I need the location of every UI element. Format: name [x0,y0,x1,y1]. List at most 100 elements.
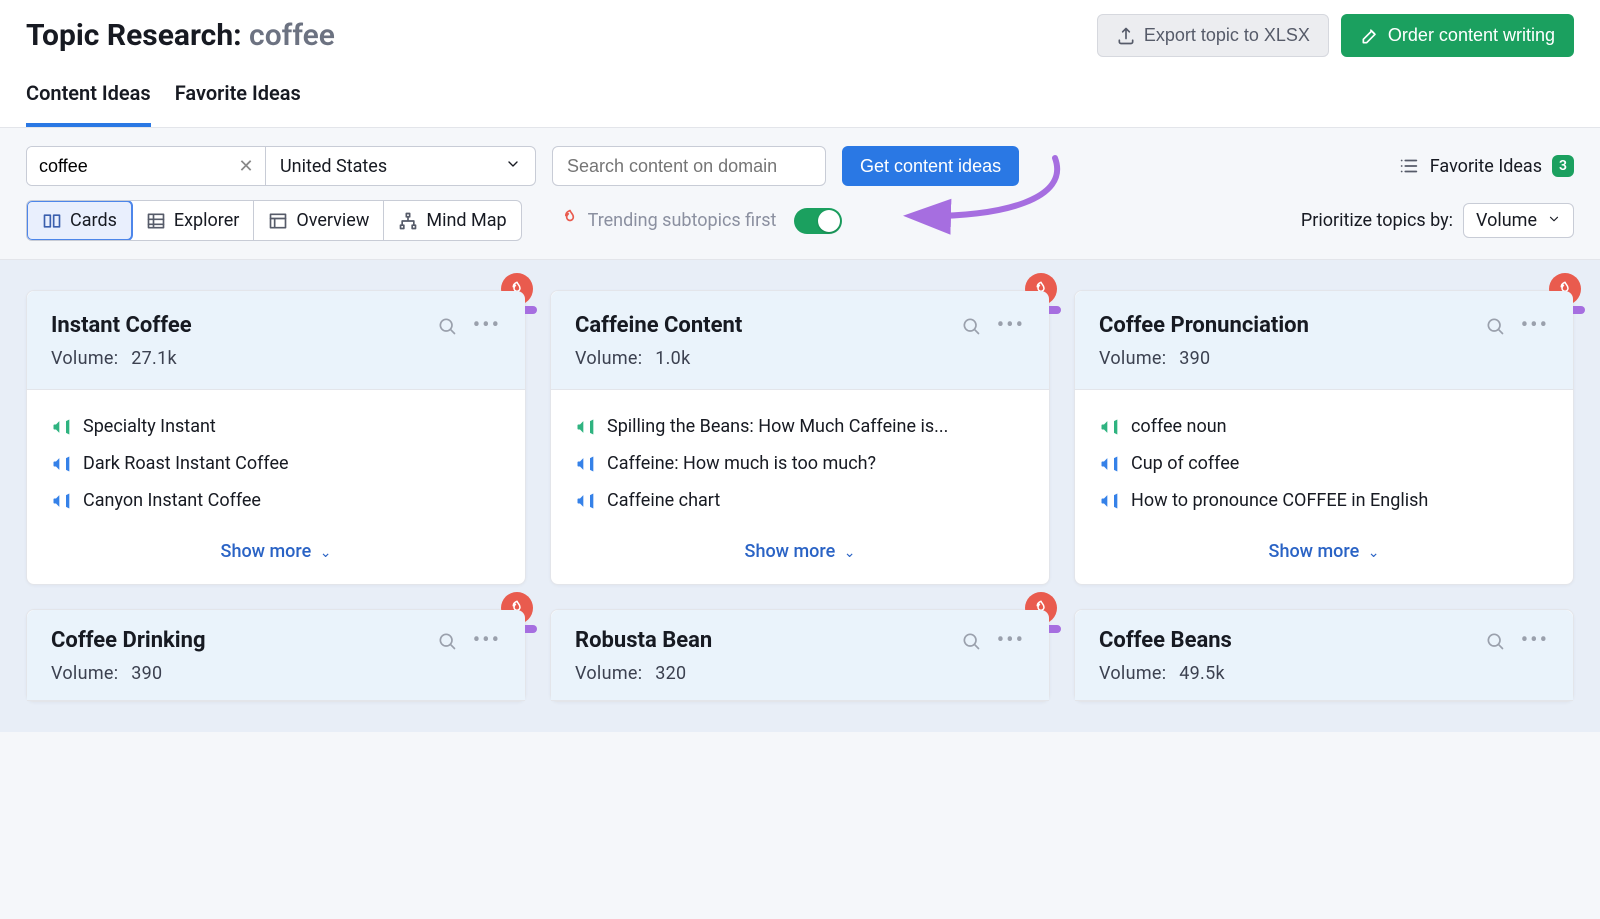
megaphone-icon [51,454,71,474]
idea-text: Canyon Instant Coffee [83,490,261,511]
favorite-ideas-label: Favorite Ideas [1430,156,1542,177]
topic-input[interactable] [27,147,227,185]
page-title-label: Topic Research: [26,18,242,53]
idea-list: Specialty Instant Dark Roast Instant Coff… [27,390,525,525]
megaphone-icon [51,417,71,437]
view-mindmap-label: Mind Map [426,210,506,231]
table-icon [146,211,166,231]
get-content-ideas-button[interactable]: Get content ideas [842,146,1019,186]
card-volume: Volume: 49.5k [1099,663,1549,684]
prioritize-label: Prioritize topics by: [1301,210,1453,231]
idea-text: Spilling the Beans: How Much Caffeine is… [607,416,948,437]
fire-icon [560,208,580,233]
tab-favorite-ideas[interactable]: Favorite Ideas [175,67,301,127]
idea-item[interactable]: How to pronounce COFFEE in English [1099,490,1549,511]
topic-card: Coffee Drinking•••Volume: 390 [26,609,526,702]
chevron-down-icon: ⌄ [320,545,332,561]
card-search-icon[interactable] [437,631,457,651]
order-content-writing-label: Order content writing [1388,25,1555,46]
cards-icon [42,211,62,231]
card-title: Robusta Bean [575,628,712,653]
order-content-writing-button[interactable]: Order content writing [1341,14,1574,57]
topic-card: Caffeine Content•••Volume: 1.0kSpilling … [550,290,1050,585]
card-title: Coffee Beans [1099,628,1232,653]
idea-item[interactable]: Caffeine: How much is too much? [575,453,1025,474]
show-more-link[interactable]: Show more ⌄ [221,541,332,562]
card-search-icon[interactable] [437,316,457,336]
view-explorer[interactable]: Explorer [132,201,255,240]
favorite-ideas-count: 3 [1552,155,1574,177]
card-more-icon[interactable]: ••• [1521,321,1549,331]
idea-item[interactable]: Cup of coffee [1099,453,1549,474]
card-volume: Volume: 390 [1099,348,1549,369]
idea-item[interactable]: Specialty Instant [51,416,501,437]
trending-toggle[interactable] [794,208,842,234]
show-more-link[interactable]: Show more ⌄ [745,541,856,562]
trending-subtopics-label: Trending subtopics first [560,208,777,233]
idea-item[interactable]: Caffeine chart [575,490,1025,511]
list-icon [1398,155,1420,177]
idea-text: Specialty Instant [83,416,216,437]
prioritize-select[interactable]: Volume [1463,203,1574,238]
view-segmented-control: Cards Explorer Overview Mind Map [26,200,522,241]
domain-search-input[interactable] [552,146,826,186]
topic-card: Coffee Pronunciation ••• Volume: 390 coffee… [1074,290,1574,585]
show-more-link[interactable]: Show more ⌄ [1269,541,1380,562]
megaphone-icon [575,454,595,474]
idea-list: Spilling the Beans: How Much Caffeine is… [551,390,1049,525]
idea-item[interactable]: Canyon Instant Coffee [51,490,501,511]
idea-list: coffee noun Cup of coffee How to pronounce… [1075,390,1573,525]
idea-item[interactable]: Dark Roast Instant Coffee [51,453,501,474]
card-title: Coffee Drinking [51,628,206,653]
view-overview-label: Overview [296,210,369,231]
tab-content-ideas[interactable]: Content Ideas [26,67,151,127]
card-volume: Volume: 1.0k [575,348,1025,369]
view-cards[interactable]: Cards [26,200,133,241]
overview-icon [268,211,288,231]
card-volume: Volume: 27.1k [51,348,501,369]
card-search-icon[interactable] [961,316,981,336]
country-select[interactable]: United States [265,147,535,185]
idea-text: Caffeine: How much is too much? [607,453,876,474]
card-search-icon[interactable] [1485,631,1505,651]
view-mindmap[interactable]: Mind Map [384,201,520,240]
view-explorer-label: Explorer [174,210,240,231]
mindmap-icon [398,211,418,231]
export-xlsx-button[interactable]: Export topic to XLSX [1097,14,1329,57]
page-title-query: coffee [249,18,335,53]
chevron-down-icon: ⌄ [1368,545,1380,561]
page-title: Topic Research: coffee [26,18,335,53]
card-more-icon[interactable]: ••• [997,321,1025,331]
card-more-icon[interactable]: ••• [1521,636,1549,646]
card-search-icon[interactable] [1485,316,1505,336]
megaphone-icon [575,491,595,511]
idea-item[interactable]: Spilling the Beans: How Much Caffeine is… [575,416,1025,437]
idea-text: Cup of coffee [1131,453,1239,474]
chevron-down-icon [1547,210,1561,231]
idea-text: Caffeine chart [607,490,720,511]
topic-card: Robusta Bean•••Volume: 320 [550,609,1050,702]
clear-topic-button[interactable]: ✕ [227,147,265,185]
card-title: Instant Coffee [51,313,192,338]
card-more-icon[interactable]: ••• [473,636,501,646]
view-overview[interactable]: Overview [254,201,384,240]
chevron-down-icon [505,156,521,177]
chevron-down-icon: ⌄ [844,545,856,561]
edit-icon [1360,26,1380,46]
megaphone-icon [1099,454,1119,474]
topic-country-combo: ✕ United States [26,146,536,186]
card-more-icon[interactable]: ••• [473,321,501,331]
view-cards-label: Cards [70,210,117,231]
idea-text: How to pronounce COFFEE in English [1131,490,1428,511]
export-icon [1116,26,1136,46]
card-more-icon[interactable]: ••• [997,636,1025,646]
favorite-ideas-link[interactable]: Favorite Ideas 3 [1398,155,1574,177]
prioritize-select-value: Volume [1476,210,1537,231]
trending-subtopics-text: Trending subtopics first [588,210,777,231]
idea-text: coffee noun [1131,416,1227,437]
card-search-icon[interactable] [961,631,981,651]
topic-card: Coffee Beans ••• Volume: 49.5k [1074,609,1574,702]
card-title: Coffee Pronunciation [1099,313,1309,338]
megaphone-icon [575,417,595,437]
idea-item[interactable]: coffee noun [1099,416,1549,437]
